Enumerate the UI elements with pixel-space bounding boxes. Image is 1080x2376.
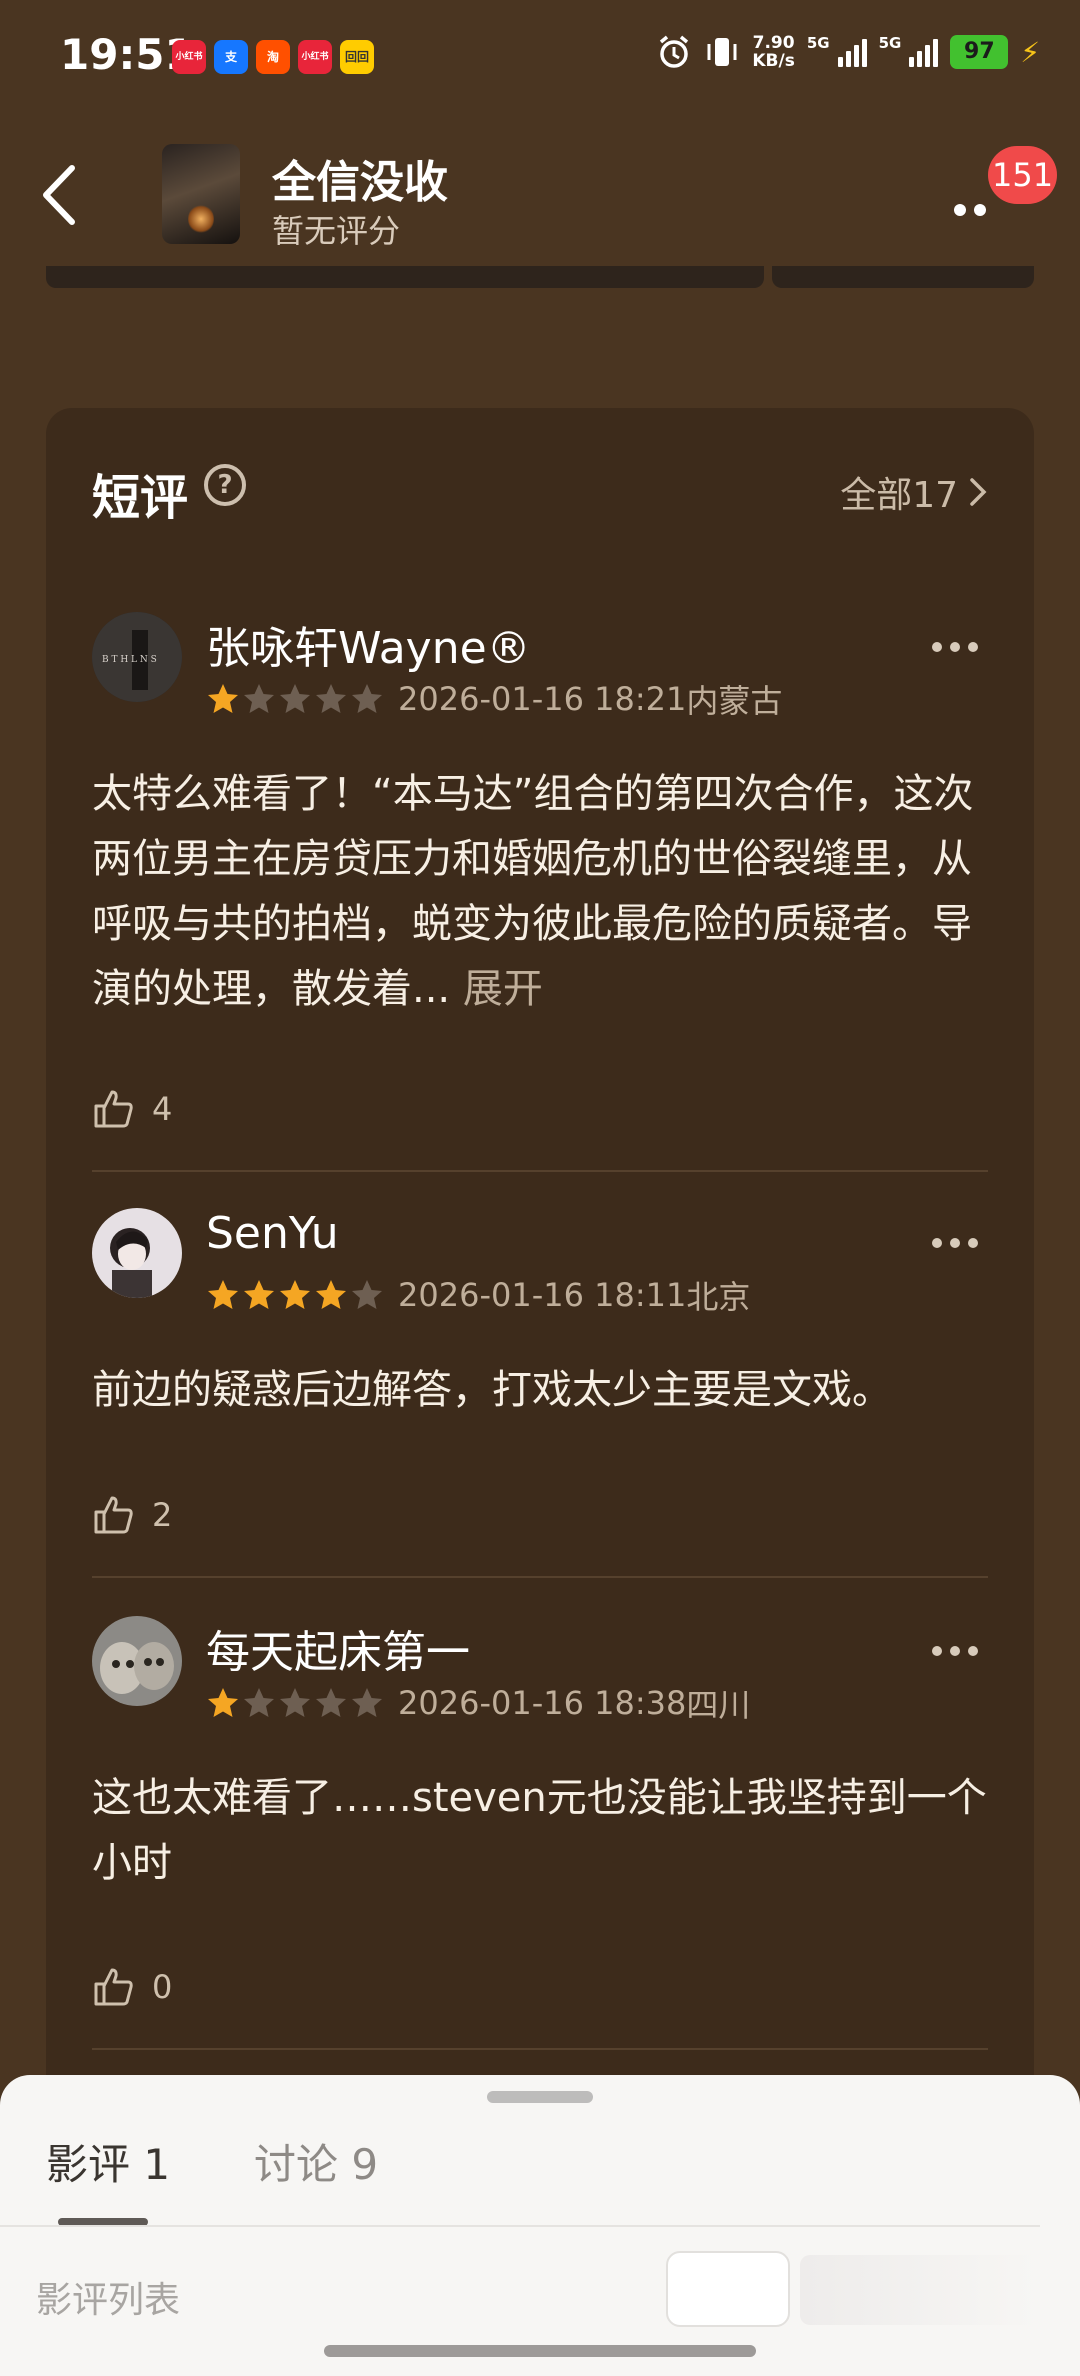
home-indicator[interactable]: [324, 2345, 756, 2357]
star-rating: [206, 1686, 384, 1720]
star-icon: [352, 1280, 382, 1309]
review-username[interactable]: 每天起床第一: [206, 1616, 470, 1680]
review-username[interactable]: SenYu: [206, 1208, 339, 1259]
media-strip-left: [46, 266, 764, 288]
expand-link[interactable]: 展开: [463, 966, 543, 1012]
star-icon: [280, 1688, 310, 1717]
tab-reviews[interactable]: 影评 1: [46, 2131, 170, 2192]
svg-text:B T H L N S: B T H L N S: [102, 655, 157, 665]
review-datetime: 2026-01-16 18:38: [398, 1684, 687, 1722]
star-icon: [316, 684, 346, 713]
review-location: 四川: [686, 1686, 751, 1724]
star-icon: [208, 684, 238, 713]
back-arrow-icon[interactable]: [36, 160, 86, 230]
review-divider: [92, 1170, 988, 1172]
sheet-divider: [0, 2225, 1040, 2227]
review-divider: [92, 2048, 988, 2050]
vibrate-icon: [707, 38, 737, 66]
chevron-right-icon: [970, 478, 987, 506]
app-notification-icon: 回回: [340, 40, 374, 74]
rating-text: 暂无评分: [272, 212, 401, 250]
avatar[interactable]: B T H L N S: [92, 612, 182, 702]
star-rating: [206, 1278, 384, 1312]
alipay-icon: 支: [214, 40, 248, 74]
like-count: 2: [152, 1496, 173, 1534]
sim1-network-type: 5G: [806, 34, 830, 52]
signal-bars-icon: [837, 37, 867, 67]
drag-handle[interactable]: [487, 2091, 593, 2103]
signal-bars-icon: [909, 37, 939, 67]
notification-badge: 151: [988, 146, 1058, 204]
help-icon[interactable]: ?: [204, 464, 246, 506]
review-more-icon[interactable]: [932, 642, 978, 652]
star-icon: [352, 1688, 382, 1717]
top-nav-bar: 全信没收 暂无评分 151: [0, 120, 1080, 270]
sim2-network-type: 5G: [878, 34, 902, 52]
review-more-icon[interactable]: [932, 1238, 978, 1248]
star-icon: [244, 1688, 274, 1717]
star-icon: [208, 1280, 238, 1309]
xiaohongshu-icon: 小红书: [298, 40, 332, 74]
review-text[interactable]: 太特么难看了！“本马达”组合的第四次合作，这次两位男主在房贷压力和婚姻危机的世俗…: [92, 762, 988, 1022]
charging-icon: ⚡: [1020, 35, 1040, 69]
star-icon: [280, 1280, 310, 1309]
star-rating: [206, 682, 384, 716]
filter-area: [800, 2255, 1040, 2325]
star-icon: [244, 684, 274, 713]
like-button[interactable]: 4: [92, 1088, 172, 1130]
bottom-sheet: 影评 1 讨论 9 影评列表: [0, 2075, 1080, 2376]
battery-level: 97: [950, 35, 1009, 69]
short-reviews-card: 短评 ? 全部17 B T H L N S 张咏轩Wayne® 2026-01-…: [46, 408, 1034, 2208]
star-icon: [280, 684, 310, 713]
review-divider: [92, 1576, 988, 1578]
like-button[interactable]: 2: [92, 1494, 172, 1536]
like-count: 4: [152, 1090, 173, 1128]
review-more-icon[interactable]: [932, 1646, 978, 1656]
thumbs-up-icon: [94, 1090, 133, 1128]
section-title: 短评: [92, 470, 189, 526]
review-location: 内蒙古: [686, 682, 783, 720]
star-icon: [208, 1688, 238, 1717]
movie-poster-thumbnail[interactable]: [162, 144, 240, 244]
like-button[interactable]: 0: [92, 1966, 172, 2008]
movie-title: 全信没收: [272, 157, 448, 208]
review-datetime: 2026-01-16 18:11: [398, 1276, 687, 1314]
star-icon: [316, 1688, 346, 1717]
star-icon: [316, 1280, 346, 1309]
review-item: 每天起床第一 2026-01-16 18:38 四川 这也太难看了……steve…: [92, 1616, 988, 1886]
review-item: SenYu 2026-01-16 18:11 北京 前边的疑惑后边解答，打戏太少…: [92, 1208, 988, 1413]
avatar[interactable]: [92, 1616, 182, 1706]
like-count: 0: [152, 1968, 173, 2006]
view-all-reviews-link[interactable]: 全部17: [840, 466, 988, 518]
media-strip-right: [772, 266, 1034, 288]
more-options-icon[interactable]: [950, 190, 990, 220]
thumbs-up-icon: [94, 1968, 133, 2006]
filter-box[interactable]: [666, 2251, 790, 2327]
review-location: 北京: [686, 1278, 751, 1316]
tab-discussion[interactable]: 讨论 9: [254, 2131, 378, 2192]
review-username[interactable]: 张咏轩Wayne®: [206, 612, 531, 676]
alarm-icon: [660, 35, 689, 68]
network-speed: 7.90 KB/s: [752, 33, 795, 71]
review-text[interactable]: 前边的疑惑后边解答，打戏太少主要是文戏。: [92, 1358, 988, 1423]
review-text[interactable]: 这也太难看了……steven元也没能让我坚持到一个小时: [92, 1766, 988, 1896]
xiaohongshu-icon: 小红书: [172, 40, 206, 74]
status-bar: 19:51 小红书 支 淘 小红书 回回 7.90 KB/s 5G 5G 97 …: [0, 0, 1080, 120]
thumbs-up-icon: [94, 1496, 133, 1534]
avatar[interactable]: [92, 1208, 182, 1298]
star-icon: [352, 684, 382, 713]
notification-app-icons: 小红书 支 淘 小红书 回回: [172, 40, 374, 74]
review-datetime: 2026-01-16 18:21: [398, 680, 687, 718]
taobao-icon: 淘: [256, 40, 290, 74]
review-item: B T H L N S 张咏轩Wayne® 2026-01-16 18:21 内…: [92, 612, 988, 1012]
star-icon: [244, 1280, 274, 1309]
review-list-label: 影评列表: [36, 2280, 181, 2321]
